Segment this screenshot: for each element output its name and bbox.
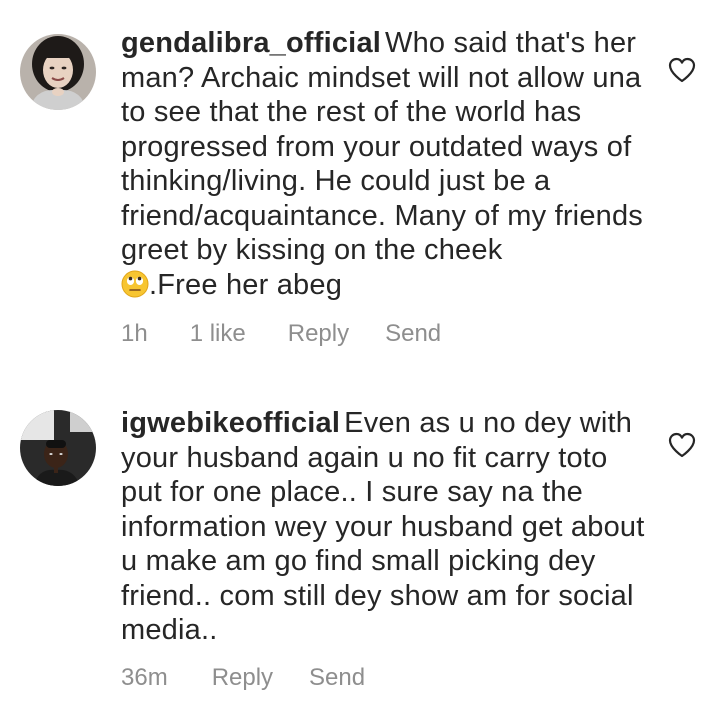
avatar[interactable] — [20, 34, 96, 110]
avatar-photo — [20, 34, 96, 110]
heart-outline-icon[interactable] — [667, 431, 697, 459]
comment-text: gendalibra_official Who said that's her m… — [121, 26, 656, 302]
reply-button[interactable]: Reply — [212, 664, 273, 692]
comment-username[interactable]: igwebikeofficial — [121, 407, 340, 439]
avatar[interactable] — [20, 410, 96, 486]
like-count[interactable]: 1 like — [190, 320, 246, 348]
comment-username[interactable]: gendalibra_official — [121, 27, 381, 59]
comment-timestamp: 36m — [121, 664, 168, 691]
comment-body-end: .Free her abeg — [149, 268, 343, 301]
comment-text: igwebikeofficial Even as u no dey with yo… — [121, 406, 656, 648]
send-button[interactable]: Send — [385, 320, 441, 348]
comment-actions: 1h 1 like Reply Send — [121, 320, 441, 348]
avatar-photo — [20, 410, 96, 486]
comment-body: Who said that's her man? Archaic mindset… — [121, 27, 644, 266]
comment-timestamp: 1h — [121, 320, 148, 347]
comment-actions: 36m Reply Send — [121, 664, 365, 692]
comment-body: Even as u no dey with your husband again… — [121, 407, 645, 646]
send-button[interactable]: Send — [309, 664, 365, 692]
reply-button[interactable]: Reply — [288, 320, 349, 348]
face-with-rolling-eyes-icon — [121, 270, 149, 298]
heart-outline-icon[interactable] — [667, 56, 697, 84]
